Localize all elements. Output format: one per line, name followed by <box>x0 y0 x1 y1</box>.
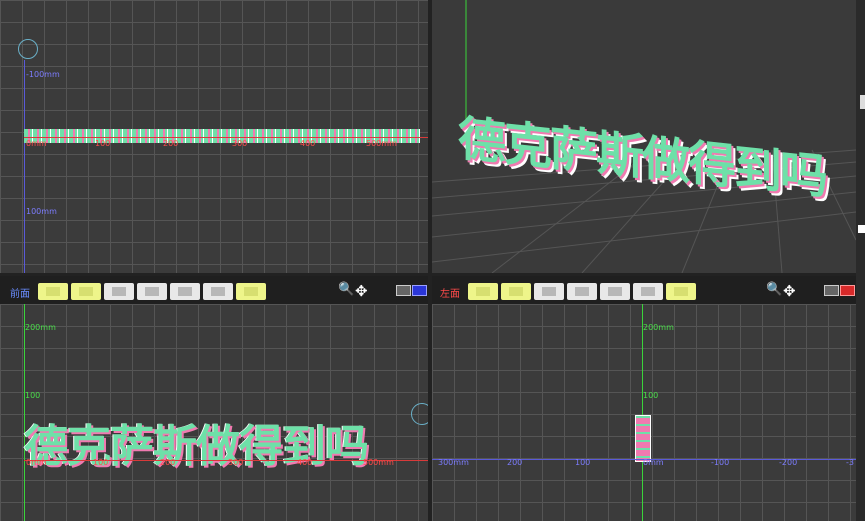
label-y-mid: 100 <box>25 391 41 400</box>
x-tick: 100 <box>95 139 111 148</box>
x-tick: 200 <box>160 458 176 467</box>
label-y-neg: -100mm <box>26 70 60 79</box>
perspective-viewport[interactable]: 德克萨斯做得到吗 <box>432 0 856 273</box>
settings-button[interactable] <box>203 283 233 300</box>
label-y-mid: 100 <box>643 391 659 400</box>
front-text: 德克萨斯做得到吗 <box>24 421 369 472</box>
front-toolbar: 前面 🔍 ✥ <box>0 276 428 304</box>
side-profile <box>635 415 651 462</box>
text-top-outline <box>24 129 420 143</box>
pattern-button[interactable] <box>170 283 200 300</box>
label-y-top: 200mm <box>643 323 674 332</box>
expand-button[interactable] <box>236 283 266 300</box>
viewport-name-front[interactable]: 前面 <box>10 285 30 300</box>
move-icon[interactable]: ✥ <box>355 282 368 300</box>
top-view-viewport[interactable]: -100mm 100mm 0mm 100 200 300 400 500mm <box>0 0 428 273</box>
view-button[interactable] <box>468 283 498 300</box>
y-axis <box>24 60 25 273</box>
zoom-icon[interactable]: 🔍 <box>766 282 782 297</box>
shape-button[interactable] <box>567 283 597 300</box>
front-viewport[interactable]: 200mm 100 德克萨斯做得到吗 0mm 100 200 300 400 5… <box>0 304 428 521</box>
x-tick: 0mm <box>26 139 47 148</box>
x-tick: 200 <box>507 458 523 467</box>
x-tick: 100 <box>93 458 109 467</box>
x-tick: 200 <box>163 139 179 148</box>
x-tick: -200 <box>779 458 798 467</box>
move-icon[interactable]: ✥ <box>783 282 796 300</box>
x-tick: 0mm <box>26 458 47 467</box>
x-tick: 100 <box>575 458 591 467</box>
pattern-button[interactable] <box>600 283 630 300</box>
monitor-icon[interactable] <box>396 285 428 298</box>
view-button[interactable] <box>38 283 68 300</box>
scroll-handle[interactable] <box>860 95 865 109</box>
origin-circle <box>411 403 428 425</box>
scroll-handle[interactable] <box>858 225 865 233</box>
solid-button[interactable] <box>534 283 564 300</box>
shape-button[interactable] <box>137 283 167 300</box>
x-tick: 0mm <box>643 458 664 467</box>
label-y-pos: 100mm <box>26 207 57 216</box>
x-tick: 400 <box>300 139 316 148</box>
solid-button[interactable] <box>104 283 134 300</box>
settings-button[interactable] <box>633 283 663 300</box>
x-tick: 500mm <box>366 139 397 148</box>
left-toolbar: 左面 🔍 ✥ <box>432 276 856 304</box>
label-y-top: 200mm <box>25 323 56 332</box>
x-tick: 400 <box>297 458 313 467</box>
x-tick: -3 <box>846 458 854 467</box>
x-axis <box>24 137 428 138</box>
view-button[interactable] <box>501 283 531 300</box>
grid <box>432 304 856 521</box>
right-edge-strip <box>856 0 865 521</box>
zoom-icon[interactable]: 🔍 <box>338 282 354 297</box>
x-tick: 300 <box>228 458 244 467</box>
origin-circle <box>18 39 38 59</box>
left-viewport[interactable]: 200mm 100 300mm 200 100 0mm -100 -200 -3 <box>432 304 856 521</box>
expand-button[interactable] <box>666 283 696 300</box>
viewport-name-left[interactable]: 左面 <box>440 285 460 300</box>
view-button[interactable] <box>71 283 101 300</box>
x-tick: 500mm <box>363 458 394 467</box>
x-tick: 300mm <box>438 458 469 467</box>
monitor-icon[interactable] <box>824 285 856 298</box>
x-tick: -100 <box>711 458 730 467</box>
y-axis <box>642 304 643 521</box>
x-tick: 300 <box>232 139 248 148</box>
